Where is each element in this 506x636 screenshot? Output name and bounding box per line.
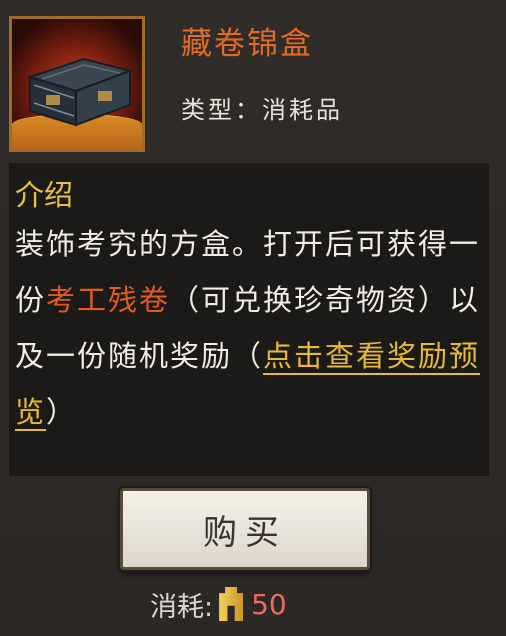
cost-label: 消耗: <box>150 591 214 623</box>
item-type-value: 消耗品 <box>262 96 343 124</box>
item-type: 类型：消耗品 <box>181 90 343 125</box>
item-icon-frame <box>9 16 145 152</box>
highlighted-item-name: 考工残卷 <box>46 283 171 317</box>
item-detail-panel: 藏卷锦盒 类型：消耗品 介绍 装饰考究的方盒。打开后可获得一份考工残卷（可兑换珍… <box>0 0 506 636</box>
currency-icon <box>219 587 244 621</box>
cost-value: 50 <box>251 587 287 621</box>
description-heading: 介绍 <box>15 178 74 212</box>
description-part3: ） <box>46 395 78 429</box>
cost-row: 消耗: 50 <box>150 584 287 624</box>
item-name: 藏卷锦盒 <box>181 26 313 62</box>
ornate-chest-icon <box>26 57 134 127</box>
item-type-label: 类型： <box>181 96 262 124</box>
description-text: 装饰考究的方盒。打开后可获得一份考工残卷（可兑换珍奇物资）以及一份随机奖励（点击… <box>15 216 485 440</box>
buy-button[interactable]: 购买 <box>120 488 370 570</box>
